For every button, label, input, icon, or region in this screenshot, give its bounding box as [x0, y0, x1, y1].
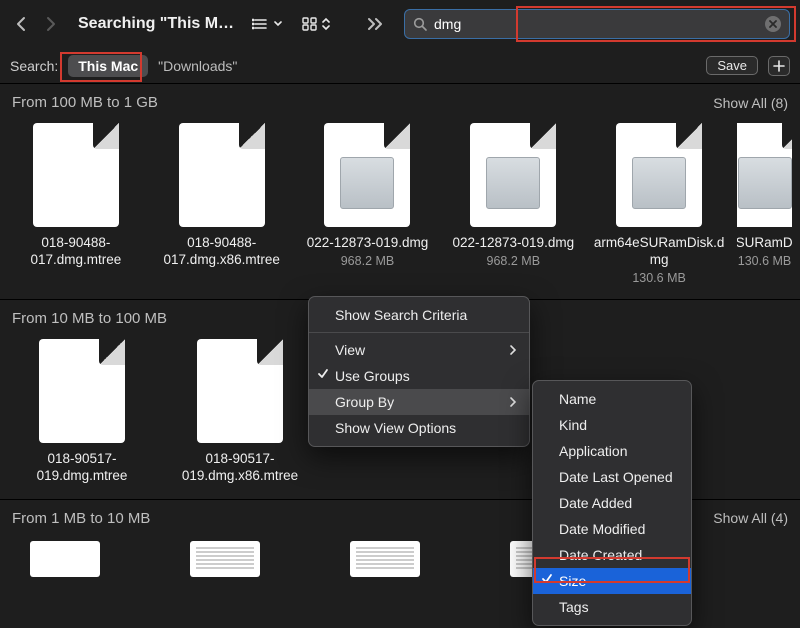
view-mode-button[interactable]	[302, 16, 330, 32]
file-item[interactable]: 018-90517-019.dmg.mtree	[8, 339, 156, 485]
menu-label: Application	[559, 443, 628, 459]
file-name: 018-90488-017.dmg.mtree	[8, 235, 144, 269]
document-icon	[33, 123, 119, 227]
menu-show-view-options[interactable]: Show View Options	[309, 415, 529, 441]
group-by-submenu: Name Kind Application Date Last Opened D…	[532, 380, 692, 626]
menu-use-groups[interactable]: Use Groups	[309, 363, 529, 389]
scope-label: Search:	[10, 58, 58, 74]
file-size: 968.2 MB	[341, 254, 395, 268]
chevron-left-icon	[15, 16, 27, 32]
double-chevron-right-icon	[367, 17, 385, 31]
scope-this-mac[interactable]: This Mac	[68, 55, 148, 77]
menu-label: Date Last Opened	[559, 469, 673, 485]
menu-label: View	[335, 342, 365, 358]
file-name: arm64eSURamDisk.dmg	[591, 235, 727, 269]
file-item[interactable]: 018-90488-017.dmg.mtree	[8, 123, 144, 285]
menu-label: Date Modified	[559, 521, 645, 537]
menu-label: Show Search Criteria	[335, 307, 467, 323]
x-icon	[769, 20, 777, 28]
file-name: 022-12873-019.dmg	[307, 235, 429, 252]
document-icon[interactable]	[350, 541, 420, 577]
section-title: From 100 MB to 1 GB	[12, 94, 713, 111]
forward-button[interactable]	[40, 13, 62, 35]
menu-label: Show View Options	[335, 420, 456, 436]
add-criteria-button[interactable]	[768, 56, 790, 76]
submenu-date-added[interactable]: Date Added	[533, 490, 691, 516]
menu-label: Kind	[559, 417, 587, 433]
up-down-chevron-icon	[322, 16, 330, 32]
scope-downloads[interactable]: "Downloads"	[158, 58, 237, 74]
window-title: Searching "This M…	[78, 15, 238, 33]
back-button[interactable]	[10, 13, 32, 35]
submenu-name[interactable]: Name	[533, 386, 691, 412]
chevron-right-icon	[509, 396, 517, 408]
menu-label: Tags	[559, 599, 589, 615]
submenu-kind[interactable]: Kind	[533, 412, 691, 438]
check-icon	[541, 573, 553, 585]
menu-view[interactable]: View	[309, 337, 529, 363]
grid-icon	[302, 17, 320, 31]
show-all-link[interactable]: Show All (8)	[713, 95, 788, 111]
file-item[interactable]: arm64eSURamDisk.dmg 130.6 MB	[591, 123, 727, 285]
file-name: 022-12873-019.dmg	[452, 235, 574, 252]
show-all-link[interactable]: Show All (4)	[713, 510, 788, 526]
menu-label: Name	[559, 391, 596, 407]
menu-label: Date Created	[559, 547, 642, 563]
plus-icon	[773, 60, 785, 72]
chevron-right-icon	[509, 344, 517, 356]
save-search-button[interactable]: Save	[706, 56, 758, 75]
menu-group-by[interactable]: Group By	[309, 389, 529, 415]
chevron-down-icon	[274, 17, 282, 31]
document-icon[interactable]	[30, 541, 100, 577]
menu-label: Size	[559, 573, 586, 589]
submenu-tags[interactable]: Tags	[533, 594, 691, 620]
file-item[interactable]: 018-90517-019.dmg.x86.mtree	[166, 339, 314, 485]
submenu-date-created[interactable]: Date Created	[533, 542, 691, 568]
check-icon	[317, 368, 329, 380]
overflow-button[interactable]	[362, 12, 390, 36]
file-size: 968.2 MB	[487, 254, 541, 268]
submenu-date-last-opened[interactable]: Date Last Opened	[533, 464, 691, 490]
submenu-date-modified[interactable]: Date Modified	[533, 516, 691, 542]
toolbar: Searching "This M…	[0, 0, 800, 48]
file-size: 130.6 MB	[738, 254, 792, 268]
file-name: 018-90517-019.dmg.x86.mtree	[166, 451, 314, 485]
document-icon	[179, 123, 265, 227]
menu-show-search-criteria[interactable]: Show Search Criteria	[309, 302, 529, 328]
file-name: 018-90488-017.dmg.x86.mtree	[154, 235, 290, 269]
list-icon	[252, 17, 272, 31]
document-icon	[197, 339, 283, 443]
file-item[interactable]: arm64eSURamDisk.dmg 130.6 MB	[737, 123, 792, 285]
clear-search-button[interactable]	[765, 16, 781, 32]
section-header: From 100 MB to 1 GB Show All (8)	[0, 84, 800, 117]
file-grid: 018-90488-017.dmg.mtree 018-90488-017.dm…	[0, 117, 800, 299]
search-scope-bar: Search: This Mac "Downloads" Save	[0, 48, 800, 84]
disk-image-icon	[324, 123, 410, 227]
submenu-application[interactable]: Application	[533, 438, 691, 464]
search-icon	[413, 17, 428, 32]
file-item[interactable]: 022-12873-019.dmg 968.2 MB	[300, 123, 436, 285]
document-icon[interactable]	[190, 541, 260, 577]
group-mode-button[interactable]	[252, 17, 282, 31]
menu-label: Group By	[335, 394, 394, 410]
submenu-size[interactable]: Size	[533, 568, 691, 594]
search-field[interactable]	[404, 9, 790, 39]
file-name: 018-90517-019.dmg.mtree	[8, 451, 156, 485]
file-item[interactable]: 022-12873-019.dmg 968.2 MB	[445, 123, 581, 285]
menu-label: Use Groups	[335, 368, 410, 384]
context-menu: Show Search Criteria View Use Groups Gro…	[308, 296, 530, 447]
menu-label: Date Added	[559, 495, 632, 511]
disk-image-icon	[616, 123, 702, 227]
file-size: 130.6 MB	[632, 271, 686, 285]
disk-image-icon	[470, 123, 556, 227]
document-icon	[39, 339, 125, 443]
file-item[interactable]: 018-90488-017.dmg.x86.mtree	[154, 123, 290, 285]
disk-image-icon	[737, 123, 792, 227]
menu-separator	[309, 332, 529, 333]
search-input[interactable]	[434, 16, 765, 32]
file-name: arm64eSURamDisk.dmg	[737, 235, 792, 252]
chevron-right-icon	[45, 16, 57, 32]
